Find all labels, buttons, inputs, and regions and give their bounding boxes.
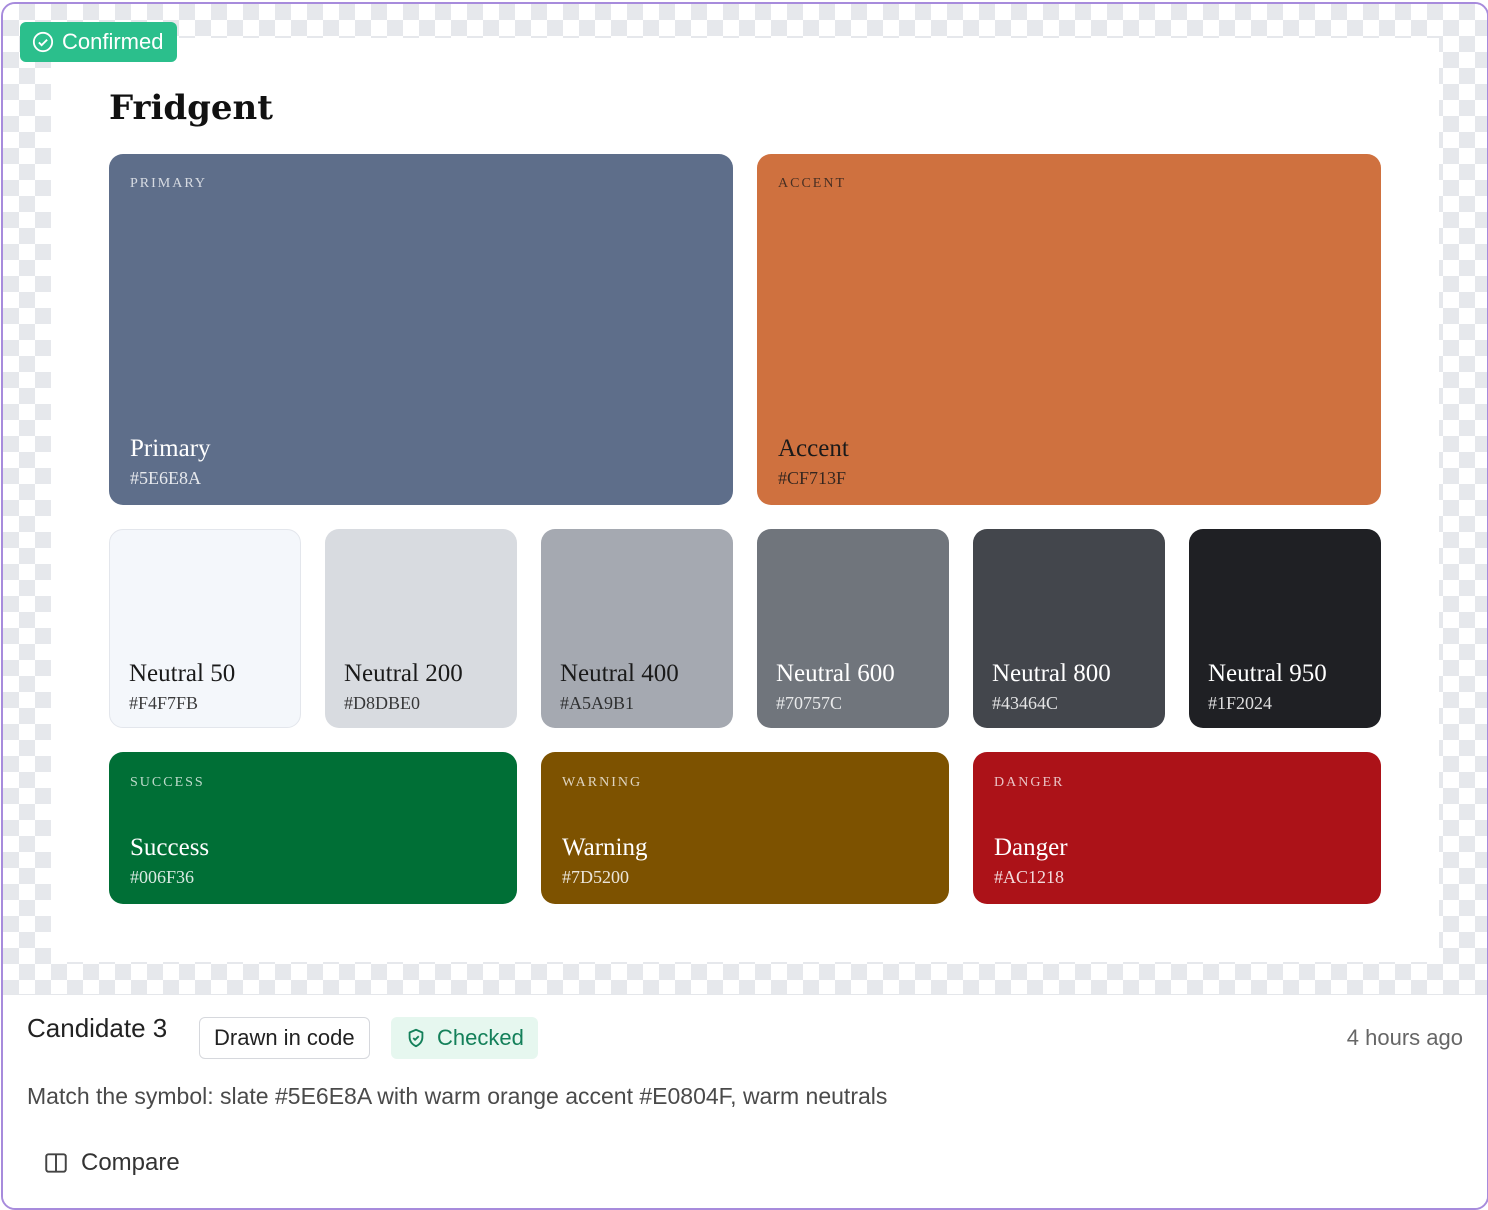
swatch-neutral-200: Neutral 200 #D8DBE0 bbox=[325, 529, 517, 728]
swatch-hex: #006F36 bbox=[130, 867, 195, 887]
swatch-hex: #F4F7FB bbox=[129, 693, 199, 713]
swatch-neutral-400: Neutral 400 #A5A9B1 bbox=[541, 529, 733, 728]
swatch-warning: WARNING Warning #7D5200 bbox=[541, 752, 949, 904]
swatch-name: Warning bbox=[562, 834, 648, 861]
candidate-description: Match the symbol: slate #5E6E8A with war… bbox=[27, 1083, 888, 1109]
check-circle-icon bbox=[32, 31, 54, 53]
swatch-name: Success bbox=[130, 834, 210, 861]
confirmed-badge: Confirmed bbox=[20, 22, 178, 62]
swatch-name: Neutral 800 bbox=[992, 660, 1111, 687]
palette-title: Fridgent bbox=[109, 88, 273, 128]
compare-button[interactable]: Compare bbox=[43, 1143, 180, 1183]
swatch-name: Accent bbox=[778, 435, 849, 462]
candidate-card: Confirmed Fridgent PRIMARY Primary #5E6E… bbox=[1, 2, 1488, 1210]
swatch-caption: ACCENT bbox=[778, 176, 846, 191]
preview-area: Confirmed Fridgent PRIMARY Primary #5E6E… bbox=[3, 4, 1487, 994]
swatch-accent: ACCENT Accent #CF713F bbox=[757, 154, 1381, 505]
swatch-caption: SUCCESS bbox=[130, 775, 205, 790]
columns-icon bbox=[45, 1153, 67, 1173]
swatch-hex: #43464C bbox=[992, 693, 1059, 713]
checked-label: Checked bbox=[437, 1025, 524, 1050]
swatch-hex: #7D5200 bbox=[562, 867, 629, 887]
swatch-primary: PRIMARY Primary #5E6E8A bbox=[109, 154, 733, 505]
swatch-hex: #A5A9B1 bbox=[560, 693, 635, 713]
swatch-name: Neutral 600 bbox=[776, 660, 895, 687]
swatch-neutral-800: Neutral 800 #43464C bbox=[973, 529, 1165, 728]
swatch-hex: #CF713F bbox=[778, 468, 847, 488]
swatch-caption: PRIMARY bbox=[130, 176, 208, 191]
swatch-name: Neutral 200 bbox=[344, 660, 463, 687]
compare-label: Compare bbox=[81, 1149, 180, 1176]
swatch-caption: DANGER bbox=[994, 775, 1065, 790]
swatch-hex: #AC1218 bbox=[994, 867, 1065, 887]
swatch-hex: #1F2024 bbox=[1208, 693, 1273, 713]
swatch-name: Neutral 400 bbox=[560, 660, 679, 687]
card-footer: Candidate 3 Drawn in code Checked 4 hour… bbox=[3, 994, 1487, 1208]
swatch-hex: #D8DBE0 bbox=[344, 693, 420, 713]
swatch-name: Danger bbox=[994, 834, 1068, 861]
swatch-danger: DANGER Danger #AC1218 bbox=[973, 752, 1381, 904]
swatch-hex: #5E6E8A bbox=[130, 468, 201, 488]
swatch-name: Primary bbox=[130, 435, 211, 462]
swatch-hex: #70757C bbox=[776, 693, 843, 713]
swatch-caption: WARNING bbox=[562, 775, 643, 790]
swatch-name: Neutral 50 bbox=[129, 660, 236, 687]
drawn-in-code-tag: Drawn in code bbox=[199, 1017, 370, 1059]
swatch-neutral-950: Neutral 950 #1F2024 bbox=[1189, 529, 1381, 728]
swatch-name: Neutral 950 bbox=[1208, 660, 1327, 687]
confirmed-label: Confirmed bbox=[62, 29, 164, 54]
swatch-neutral-50: Neutral 50 #F4F7FB bbox=[109, 529, 301, 728]
shield-check-icon bbox=[408, 1028, 424, 1048]
candidate-title: Candidate 3 bbox=[27, 1013, 168, 1043]
swatch-neutral-600: Neutral 600 #70757C bbox=[757, 529, 949, 728]
checked-badge: Checked bbox=[391, 1017, 538, 1059]
swatch-success: SUCCESS Success #006F36 bbox=[109, 752, 517, 904]
timestamp: 4 hours ago bbox=[1346, 1025, 1463, 1050]
